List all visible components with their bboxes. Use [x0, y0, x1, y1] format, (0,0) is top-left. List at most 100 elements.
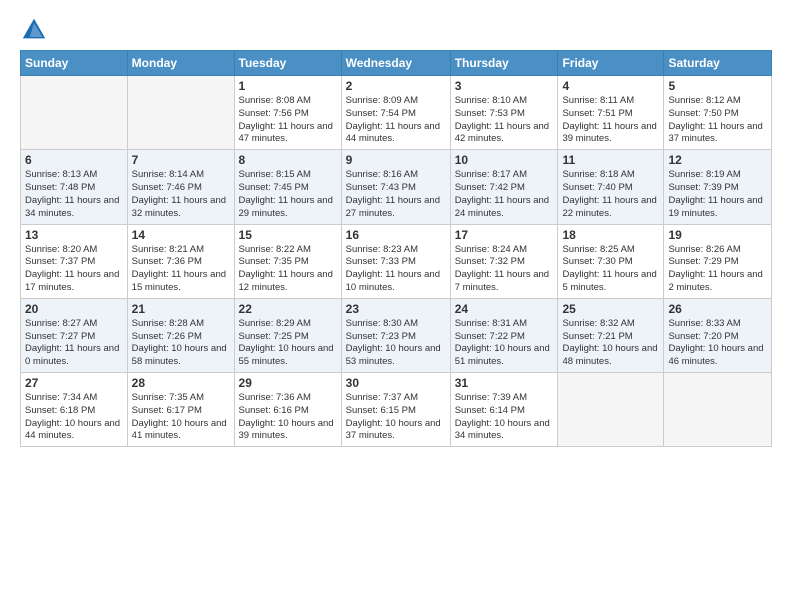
logo-icon [20, 16, 48, 44]
day-cell: 8 Sunrise: 8:15 AM Sunset: 7:45 PM Daylig… [234, 150, 341, 224]
day-info: Sunrise: 8:23 AM Sunset: 7:33 PM Dayligh… [346, 244, 446, 295]
column-header-saturday: Saturday [664, 51, 772, 76]
day-number: 20 [25, 302, 123, 316]
day-cell [127, 76, 234, 150]
day-info: Sunrise: 8:32 AM Sunset: 7:21 PM Dayligh… [562, 318, 659, 369]
day-number: 15 [239, 228, 337, 242]
day-number: 9 [346, 153, 446, 167]
column-header-monday: Monday [127, 51, 234, 76]
day-info: Sunrise: 8:16 AM Sunset: 7:43 PM Dayligh… [346, 169, 446, 220]
column-header-friday: Friday [558, 51, 664, 76]
day-info: Sunrise: 8:11 AM Sunset: 7:51 PM Dayligh… [562, 95, 659, 146]
day-number: 7 [132, 153, 230, 167]
day-cell [21, 76, 128, 150]
day-info: Sunrise: 7:39 AM Sunset: 6:14 PM Dayligh… [455, 392, 554, 443]
day-number: 28 [132, 376, 230, 390]
day-info: Sunrise: 8:29 AM Sunset: 7:25 PM Dayligh… [239, 318, 337, 369]
day-cell: 23Sunrise: 8:30 AM Sunset: 7:23 PM Dayli… [341, 298, 450, 372]
day-cell: 21 Sunrise: 8:28 AM Sunset: 7:26 PM Dayli… [127, 298, 234, 372]
day-cell: 15 Sunrise: 8:22 AM Sunset: 7:35 PM Dayli… [234, 224, 341, 298]
column-header-thursday: Thursday [450, 51, 558, 76]
day-cell: 11Sunrise: 8:18 AM Sunset: 7:40 PM Dayli… [558, 150, 664, 224]
day-cell: 27 Sunrise: 7:34 AM Sunset: 6:18 PM Dayli… [21, 373, 128, 447]
day-cell: 18 Sunrise: 8:25 AM Sunset: 7:30 PM Dayli… [558, 224, 664, 298]
day-info: Sunrise: 8:28 AM Sunset: 7:26 PM Dayligh… [132, 318, 230, 369]
day-number: 21 [132, 302, 230, 316]
day-number: 26 [668, 302, 767, 316]
day-number: 6 [25, 153, 123, 167]
day-number: 13 [25, 228, 123, 242]
day-number: 30 [346, 376, 446, 390]
day-info: Sunrise: 8:19 AM Sunset: 7:39 PM Dayligh… [668, 169, 767, 220]
calendar-table: SundayMondayTuesdayWednesdayThursdayFrid… [20, 50, 772, 447]
day-cell: 26Sunrise: 8:33 AM Sunset: 7:20 PM Dayli… [664, 298, 772, 372]
day-cell: 3 Sunrise: 8:10 AM Sunset: 7:53 PM Daylig… [450, 76, 558, 150]
day-info: Sunrise: 8:12 AM Sunset: 7:50 PM Dayligh… [668, 95, 767, 146]
day-cell: 30 Sunrise: 7:37 AM Sunset: 6:15 PM Dayli… [341, 373, 450, 447]
day-number: 14 [132, 228, 230, 242]
day-info: Sunrise: 7:34 AM Sunset: 6:18 PM Dayligh… [25, 392, 123, 443]
day-number: 1 [239, 79, 337, 93]
day-cell [664, 373, 772, 447]
day-cell: 31 Sunrise: 7:39 AM Sunset: 6:14 PM Dayli… [450, 373, 558, 447]
day-number: 18 [562, 228, 659, 242]
day-number: 8 [239, 153, 337, 167]
week-row-3: 13 Sunrise: 8:20 AM Sunset: 7:37 PM Dayli… [21, 224, 772, 298]
day-number: 25 [562, 302, 659, 316]
day-number: 19 [668, 228, 767, 242]
day-number: 29 [239, 376, 337, 390]
week-row-5: 27 Sunrise: 7:34 AM Sunset: 6:18 PM Dayli… [21, 373, 772, 447]
day-cell: 5Sunrise: 8:12 AM Sunset: 7:50 PM Daylig… [664, 76, 772, 150]
day-info: Sunrise: 8:13 AM Sunset: 7:48 PM Dayligh… [25, 169, 123, 220]
day-cell: 19Sunrise: 8:26 AM Sunset: 7:29 PM Dayli… [664, 224, 772, 298]
column-header-tuesday: Tuesday [234, 51, 341, 76]
page: SundayMondayTuesdayWednesdayThursdayFrid… [0, 0, 792, 612]
day-cell: 2 Sunrise: 8:09 AM Sunset: 7:54 PM Daylig… [341, 76, 450, 150]
day-info: Sunrise: 8:31 AM Sunset: 7:22 PM Dayligh… [455, 318, 554, 369]
day-cell: 12Sunrise: 8:19 AM Sunset: 7:39 PM Dayli… [664, 150, 772, 224]
day-number: 10 [455, 153, 554, 167]
day-number: 31 [455, 376, 554, 390]
header [20, 16, 772, 44]
day-number: 22 [239, 302, 337, 316]
day-number: 2 [346, 79, 446, 93]
day-cell: 22 Sunrise: 8:29 AM Sunset: 7:25 PM Dayli… [234, 298, 341, 372]
day-info: Sunrise: 8:22 AM Sunset: 7:35 PM Dayligh… [239, 244, 337, 295]
day-number: 3 [455, 79, 554, 93]
day-info: Sunrise: 7:37 AM Sunset: 6:15 PM Dayligh… [346, 392, 446, 443]
column-header-sunday: Sunday [21, 51, 128, 76]
day-cell: 1 Sunrise: 8:08 AM Sunset: 7:56 PM Daylig… [234, 76, 341, 150]
day-cell: 20 Sunrise: 8:27 AM Sunset: 7:27 PM Dayli… [21, 298, 128, 372]
week-row-1: 1 Sunrise: 8:08 AM Sunset: 7:56 PM Daylig… [21, 76, 772, 150]
day-info: Sunrise: 8:17 AM Sunset: 7:42 PM Dayligh… [455, 169, 554, 220]
day-cell: 16 Sunrise: 8:23 AM Sunset: 7:33 PM Dayli… [341, 224, 450, 298]
day-number: 27 [25, 376, 123, 390]
logo [20, 16, 52, 44]
day-cell: 9 Sunrise: 8:16 AM Sunset: 7:43 PM Daylig… [341, 150, 450, 224]
week-row-4: 20 Sunrise: 8:27 AM Sunset: 7:27 PM Dayli… [21, 298, 772, 372]
day-info: Sunrise: 7:36 AM Sunset: 6:16 PM Dayligh… [239, 392, 337, 443]
day-info: Sunrise: 8:14 AM Sunset: 7:46 PM Dayligh… [132, 169, 230, 220]
day-number: 16 [346, 228, 446, 242]
day-number: 4 [562, 79, 659, 93]
day-cell: 25 Sunrise: 8:32 AM Sunset: 7:21 PM Dayli… [558, 298, 664, 372]
day-info: Sunrise: 8:09 AM Sunset: 7:54 PM Dayligh… [346, 95, 446, 146]
day-info: Sunrise: 8:08 AM Sunset: 7:56 PM Dayligh… [239, 95, 337, 146]
day-info: Sunrise: 8:10 AM Sunset: 7:53 PM Dayligh… [455, 95, 554, 146]
day-info: Sunrise: 8:25 AM Sunset: 7:30 PM Dayligh… [562, 244, 659, 295]
day-cell: 24 Sunrise: 8:31 AM Sunset: 7:22 PM Dayli… [450, 298, 558, 372]
day-number: 11 [562, 153, 659, 167]
day-cell: 29 Sunrise: 7:36 AM Sunset: 6:16 PM Dayli… [234, 373, 341, 447]
day-cell [558, 373, 664, 447]
column-header-wednesday: Wednesday [341, 51, 450, 76]
day-info: Sunrise: 8:15 AM Sunset: 7:45 PM Dayligh… [239, 169, 337, 220]
day-cell: 28 Sunrise: 7:35 AM Sunset: 6:17 PM Dayli… [127, 373, 234, 447]
day-number: 17 [455, 228, 554, 242]
day-cell: 14Sunrise: 8:21 AM Sunset: 7:36 PM Dayli… [127, 224, 234, 298]
day-cell: 13 Sunrise: 8:20 AM Sunset: 7:37 PM Dayli… [21, 224, 128, 298]
day-info: Sunrise: 8:20 AM Sunset: 7:37 PM Dayligh… [25, 244, 123, 295]
day-info: Sunrise: 8:27 AM Sunset: 7:27 PM Dayligh… [25, 318, 123, 369]
day-info: Sunrise: 7:35 AM Sunset: 6:17 PM Dayligh… [132, 392, 230, 443]
day-number: 24 [455, 302, 554, 316]
day-cell: 10 Sunrise: 8:17 AM Sunset: 7:42 PM Dayli… [450, 150, 558, 224]
